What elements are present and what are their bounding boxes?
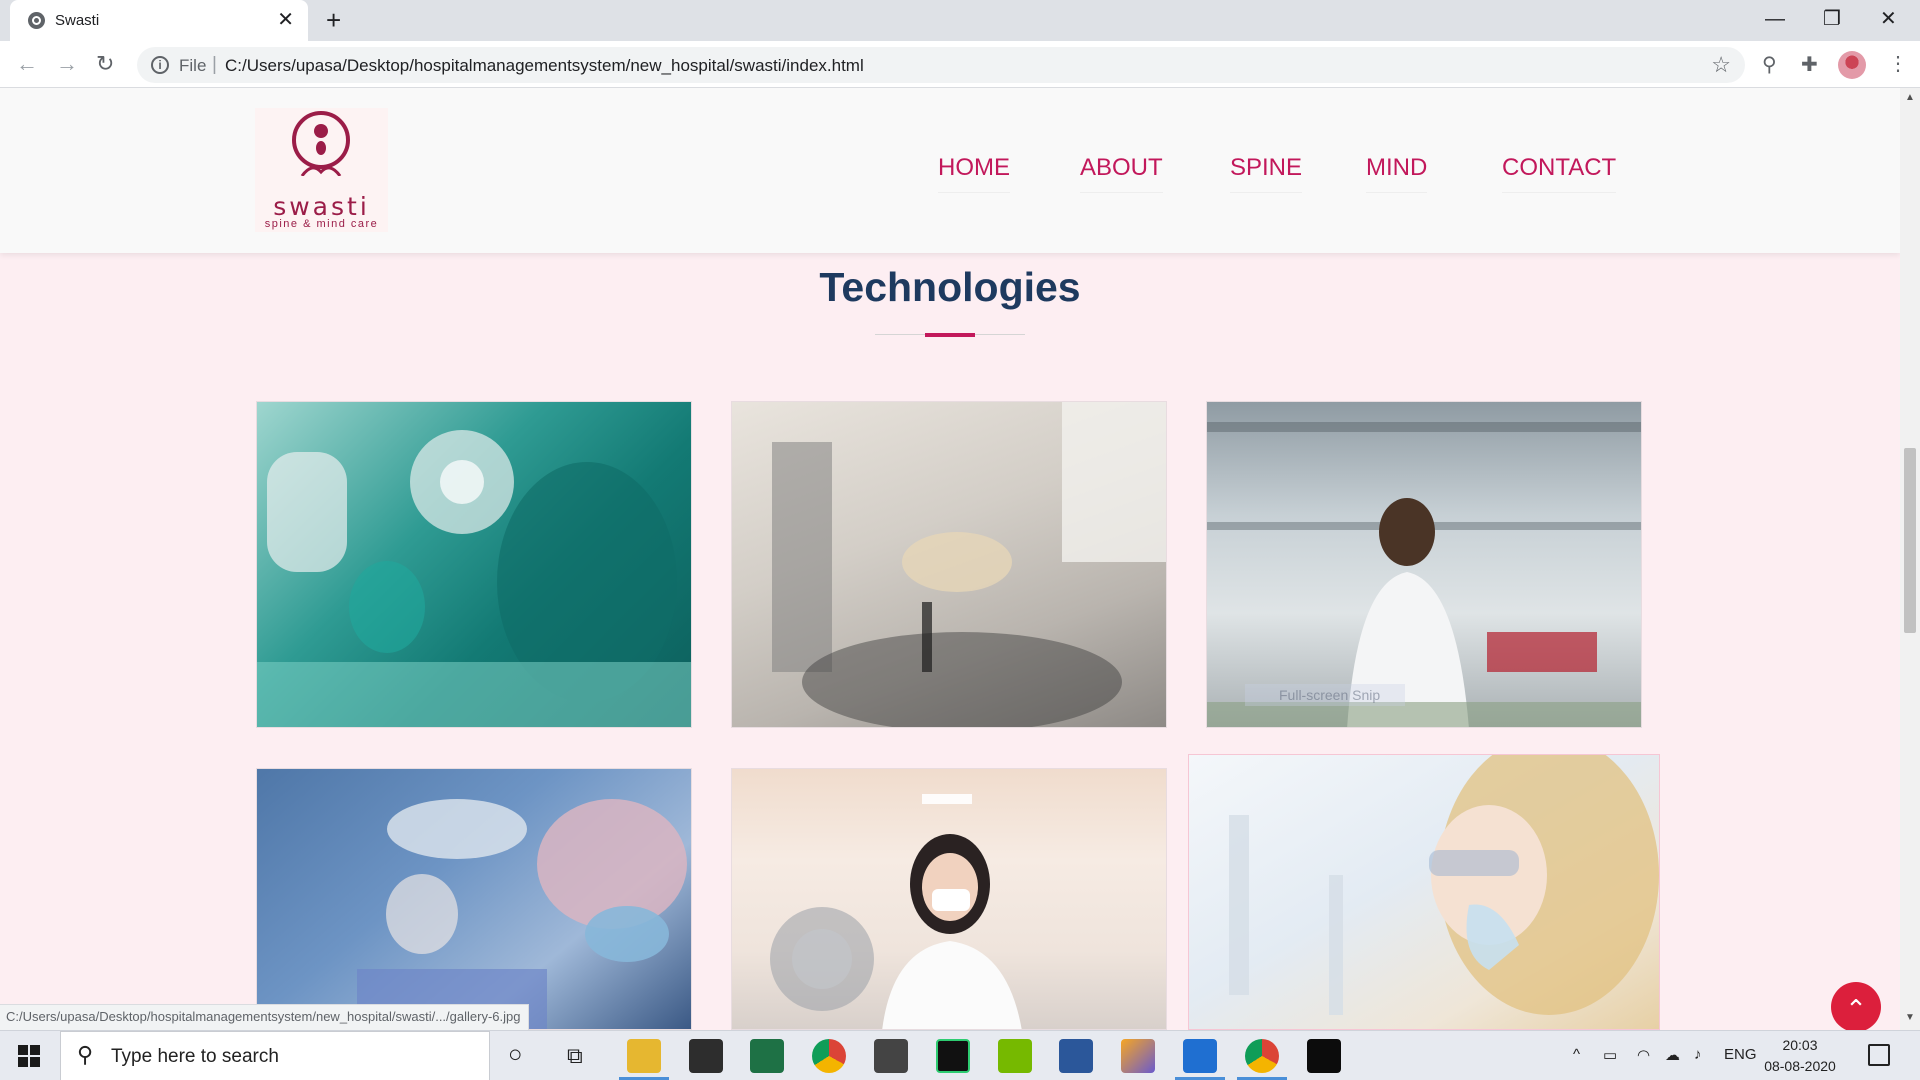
- calculator-icon[interactable]: [874, 1039, 908, 1073]
- address-bar[interactable]: i File | C:/Users/upasa/Desktop/hospital…: [137, 47, 1745, 83]
- page-viewport: swasti spine & mind care HOME ABOUT SPIN…: [0, 88, 1900, 1030]
- task-view-icon[interactable]: ⧉: [567, 1043, 583, 1069]
- puzzle-icon[interactable]: ✚: [1801, 54, 1818, 76]
- nvidia-icon[interactable]: [998, 1039, 1032, 1073]
- tray-overflow-icon[interactable]: ^: [1573, 1046, 1580, 1063]
- nav-contact[interactable]: CONTACT: [1502, 154, 1617, 193]
- browser-menu-icon[interactable]: ⋮: [1888, 51, 1908, 77]
- chrome-icon[interactable]: [812, 1039, 846, 1073]
- clock-date: 08-08-2020: [1764, 1058, 1836, 1074]
- snip-overlay-label: Full-screen Snip: [1245, 684, 1405, 706]
- tab-swasti[interactable]: Swasti ✕: [10, 0, 308, 41]
- nav-about[interactable]: ABOUT: [1080, 154, 1163, 193]
- nav-mind[interactable]: MIND: [1366, 154, 1428, 193]
- notification-icon[interactable]: [1868, 1044, 1890, 1066]
- close-tab-icon[interactable]: ✕: [277, 9, 294, 31]
- back-button[interactable]: ←: [16, 50, 38, 78]
- system-clock[interactable]: 20:03 08-08-2020: [1764, 1035, 1836, 1077]
- 3d-viewer-icon[interactable]: [1121, 1039, 1155, 1073]
- excel-icon[interactable]: [750, 1039, 784, 1073]
- scientist-icon: [1229, 755, 1659, 1015]
- new-tab-button[interactable]: +: [326, 6, 341, 34]
- windows-start-icon[interactable]: [18, 1045, 40, 1067]
- scroll-up-icon[interactable]: ▲: [1905, 92, 1915, 103]
- scroll-down-icon[interactable]: ▼: [1905, 1012, 1915, 1023]
- word-icon[interactable]: [1059, 1039, 1093, 1073]
- taskbar-search[interactable]: ⚲ Type here to search: [60, 1031, 490, 1080]
- forward-button[interactable]: →: [56, 50, 78, 78]
- info-icon[interactable]: i: [151, 56, 169, 74]
- doctor-virus-icon: [770, 794, 1022, 1029]
- windows-taskbar: ⚲ Type here to search ○ ⧉ ^ ▭ ◠ ☁ ♪ ENG …: [0, 1030, 1920, 1080]
- browser-tabstrip: Swasti ✕ + — ❐ ✕: [0, 0, 1920, 41]
- site-logo[interactable]: swasti spine & mind care: [255, 108, 388, 232]
- gallery-image-2[interactable]: [731, 401, 1167, 728]
- clock-time: 20:03: [1782, 1037, 1818, 1053]
- url-scheme: File: [179, 56, 207, 75]
- minimize-button[interactable]: —: [1765, 6, 1785, 32]
- gallery-image-5[interactable]: [731, 768, 1167, 1030]
- browser-toolbar: ← → ↻ i File | C:/Users/upasa/Desktop/ho…: [0, 41, 1920, 88]
- globe-icon: [28, 12, 45, 29]
- search-icon: ⚲: [77, 1042, 94, 1067]
- photos-icon[interactable]: [1183, 1039, 1217, 1073]
- lab-researcher-icon: [1207, 422, 1641, 727]
- tab-title: Swasti: [55, 12, 100, 29]
- reload-button[interactable]: ↻: [96, 50, 114, 78]
- logo-mark-icon: [292, 111, 350, 176]
- file-explorer-icon[interactable]: [627, 1039, 661, 1073]
- scroll-thumb[interactable]: [1904, 448, 1916, 633]
- extension-icon[interactable]: ⚲: [1762, 54, 1777, 76]
- gallery-image-1[interactable]: [256, 401, 692, 728]
- bookmark-star-icon[interactable]: ☆: [1711, 52, 1731, 78]
- page-scrollbar[interactable]: ▲ ▼: [1900, 88, 1920, 1030]
- nav-spine[interactable]: SPINE: [1230, 154, 1303, 193]
- url-text[interactable]: C:/Users/upasa/Desktop/hospitalmanagemen…: [225, 56, 864, 76]
- logo-text: swasti: [273, 192, 370, 221]
- section-title: Technologies: [819, 264, 1081, 310]
- title-accent-bar: [925, 333, 975, 337]
- link-status-bar: C:/Users/upasa/Desktop/hospitalmanagemen…: [0, 1004, 530, 1030]
- back-to-top-button[interactable]: ⌃: [1831, 982, 1881, 1030]
- cloud-icon[interactable]: ☁: [1665, 1046, 1680, 1064]
- gallery-image-4[interactable]: [256, 768, 692, 1030]
- url-separator: |: [212, 54, 217, 75]
- nav-home[interactable]: HOME: [938, 154, 1010, 193]
- logo-subtitle: spine & mind care: [264, 218, 379, 230]
- volume-icon[interactable]: ♪: [1694, 1046, 1702, 1063]
- wifi-icon[interactable]: ◠: [1637, 1046, 1650, 1064]
- maximize-button[interactable]: ❐: [1823, 6, 1841, 32]
- site-header: swasti spine & mind care HOME ABOUT SPIN…: [0, 88, 1900, 253]
- gallery-image-6[interactable]: [1188, 754, 1660, 1030]
- pycharm-icon[interactable]: [936, 1039, 970, 1073]
- lab-equipment-icon: [772, 402, 1166, 727]
- cortana-icon[interactable]: ○: [508, 1041, 523, 1069]
- battery-icon[interactable]: ▭: [1603, 1046, 1617, 1064]
- language-indicator[interactable]: ENG: [1724, 1046, 1757, 1063]
- surgery-lights-icon: [257, 430, 691, 727]
- chrome-active-icon[interactable]: [1245, 1039, 1279, 1073]
- store-icon[interactable]: [689, 1039, 723, 1073]
- terminal-icon[interactable]: [1307, 1039, 1341, 1073]
- gallery-image-3[interactable]: [1206, 401, 1642, 728]
- surgeons-icon: [357, 799, 687, 1029]
- search-placeholder: Type here to search: [111, 1046, 279, 1067]
- close-window-button[interactable]: ✕: [1880, 6, 1897, 32]
- profile-avatar[interactable]: [1838, 51, 1866, 79]
